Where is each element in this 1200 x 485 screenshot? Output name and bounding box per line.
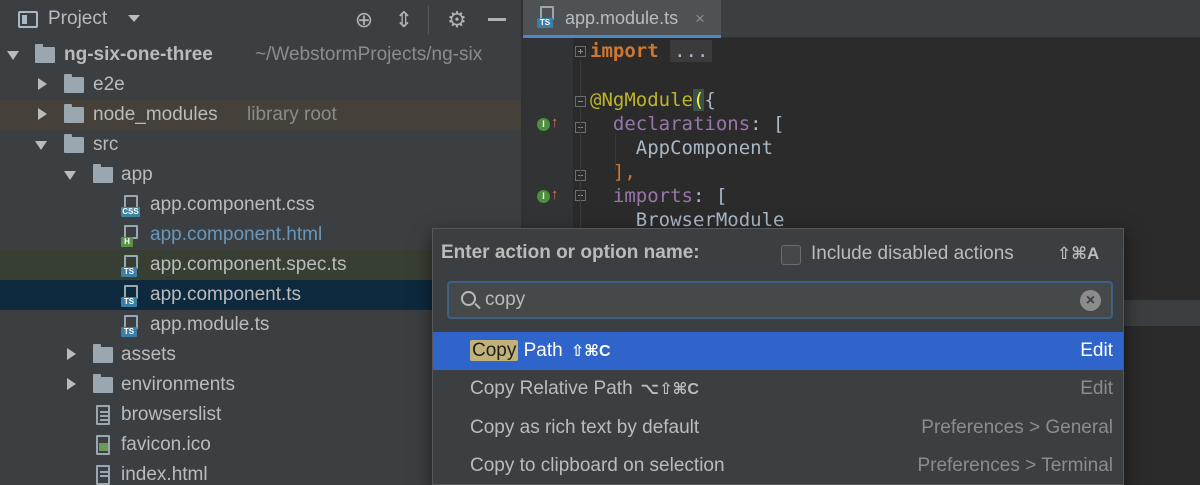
folder-icon — [93, 164, 113, 183]
tree-item-label: src — [93, 134, 119, 155]
result-item-name: Copy as rich text by default — [470, 417, 700, 438]
close-icon[interactable]: × — [695, 9, 705, 29]
ts-file-icon: TS — [121, 315, 140, 337]
tree-item-label: app — [121, 164, 153, 185]
popup-title: Enter action or option name: — [441, 242, 700, 263]
tree-item-label: ng-six-one-three — [64, 44, 213, 65]
ts-file-icon: TS — [537, 6, 556, 28]
text-file-icon — [93, 405, 112, 427]
tree-item-label: favicon.ico — [121, 434, 211, 455]
folder-icon — [93, 344, 113, 363]
tab-label: app.module.ts — [565, 8, 679, 28]
code-line-1: import ... — [590, 38, 713, 64]
tab-app-module-ts[interactable]: TS app.module.ts × — [523, 0, 721, 38]
tree-item-project-root[interactable]: ng-six-one-three ~/WebstormProjects/ng-s… — [0, 40, 521, 70]
implemented-marker-icon[interactable]: I ↑ — [537, 115, 559, 133]
css-file-icon: CSS — [121, 195, 140, 217]
tree-item-app[interactable]: app — [0, 160, 521, 190]
fold-guide — [580, 60, 581, 96]
search-match-highlight: Copy — [470, 340, 519, 361]
ts-file-icon: TS — [121, 285, 140, 307]
result-item-copy-path[interactable]: Copy Path ⇧⌘C Edit — [433, 332, 1123, 370]
tree-item-app-component-css[interactable]: CSS app.component.css — [0, 190, 521, 220]
fold-collapse-icon[interactable] — [575, 96, 586, 107]
expand-chevron-right-icon[interactable] — [38, 108, 47, 120]
expand-chevron-right-icon[interactable] — [67, 348, 76, 360]
clear-search-icon[interactable]: × — [1080, 290, 1101, 311]
result-shortcut: ⌥⇧⌘C — [640, 381, 699, 398]
tree-item-label: browserslist — [121, 404, 222, 425]
collapse-all-icon[interactable]: ⇕ — [392, 8, 416, 32]
search-input-value[interactable]: copy — [485, 289, 525, 311]
tree-item-label: app.component.ts — [150, 284, 302, 305]
editor-background-strip — [1123, 300, 1200, 326]
folder-icon — [93, 374, 113, 393]
tree-item-label: app.module.ts — [150, 314, 270, 335]
code-line-3: declarations: [ — [612, 113, 785, 135]
folder-icon — [64, 134, 84, 153]
include-disabled-checkbox[interactable] — [781, 245, 801, 265]
tree-item-label: index.html — [121, 464, 208, 485]
project-panel-header: Project ⊕ ⇕ ⚙ — [0, 0, 521, 40]
result-group: Preferences > Terminal — [917, 455, 1113, 476]
code-line-6: imports: [ — [612, 185, 728, 207]
expand-chevron-down-icon[interactable] — [7, 51, 19, 60]
action-search-input[interactable]: copy × — [447, 281, 1113, 319]
minimize-icon[interactable] — [488, 18, 506, 21]
header-divider — [428, 6, 429, 34]
result-item-copy-rich-text[interactable]: Copy as rich text by default Preferences… — [433, 409, 1123, 447]
code-line-4: AppComponent — [635, 137, 774, 159]
tree-item-label: app.component.html — [150, 224, 323, 245]
expand-chevron-down-icon[interactable] — [64, 171, 76, 180]
locate-target-icon[interactable]: ⊕ — [352, 8, 376, 32]
tree-item-label: app.component.css — [150, 194, 315, 215]
library-root-label: library root — [247, 104, 337, 125]
project-path-label: ~/WebstormProjects/ng-six — [255, 44, 483, 65]
find-action-popup: Enter action or option name: Include dis… — [432, 228, 1124, 485]
implemented-marker-icon[interactable]: I ↑ — [537, 187, 559, 205]
tree-item-label: app.component.spec.ts — [150, 254, 347, 275]
fold-expand-icon[interactable] — [575, 46, 586, 57]
result-group: Edit — [1080, 340, 1113, 361]
tree-item-src[interactable]: src — [0, 130, 521, 160]
project-panel-title[interactable]: Project — [48, 8, 107, 30]
include-disabled-label[interactable]: Include disabled actions — [811, 243, 1014, 265]
result-item-name: Copy to clipboard on selection — [470, 455, 725, 476]
result-item-copy-to-clipboard[interactable]: Copy to clipboard on selection Preferenc… — [433, 447, 1123, 485]
folder-icon — [64, 104, 84, 123]
code-line-5: ], — [612, 161, 636, 183]
search-icon — [461, 291, 476, 306]
gear-icon[interactable]: ⚙ — [445, 8, 469, 32]
tree-item-e2e[interactable]: e2e — [0, 70, 521, 100]
result-item-name: Copy Relative Path ⌥⇧⌘C — [470, 378, 699, 399]
result-shortcut: ⇧⌘C — [570, 343, 611, 360]
project-view-icon[interactable] — [18, 11, 38, 28]
expand-chevron-right-icon[interactable] — [67, 378, 76, 390]
include-disabled-shortcut: ⇧⌘A — [1057, 244, 1100, 263]
tree-item-label: assets — [121, 344, 176, 365]
tree-item-label: environments — [121, 374, 236, 395]
html-file-icon — [93, 465, 112, 485]
view-selector-chevron-down-icon[interactable] — [128, 15, 140, 22]
tree-item-node-modules[interactable]: node_modules library root — [0, 100, 521, 130]
html-file-icon: H — [121, 225, 140, 247]
tree-item-label: e2e — [93, 74, 125, 95]
test-ts-file-icon: TS — [121, 255, 140, 277]
code-line-2: @NgModule({ — [590, 89, 716, 111]
result-item-copy-relative-path[interactable]: Copy Relative Path ⌥⇧⌘C Edit — [433, 370, 1123, 408]
result-group: Edit — [1080, 378, 1113, 399]
folder-icon — [64, 74, 84, 93]
result-group: Preferences > General — [921, 417, 1113, 438]
tree-item-label: node_modules — [93, 104, 218, 125]
result-item-name: Copy Path ⇧⌘C — [470, 340, 611, 361]
fold-guide — [580, 108, 581, 228]
image-file-icon — [93, 435, 112, 457]
folder-icon — [35, 44, 55, 63]
expand-chevron-right-icon[interactable] — [38, 78, 47, 90]
expand-chevron-down-icon[interactable] — [35, 141, 47, 150]
editor-tab-bar: TS app.module.ts × — [523, 0, 1200, 38]
